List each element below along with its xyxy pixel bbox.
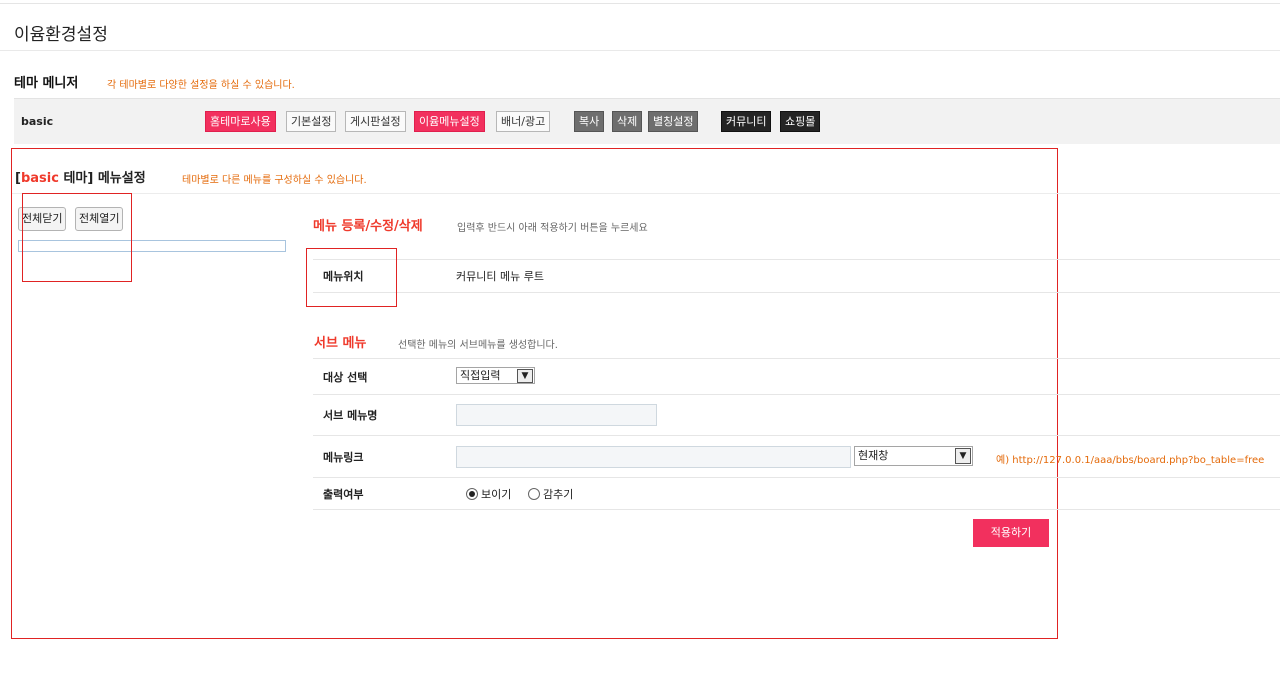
theme-row [14, 98, 1280, 144]
link-example-hint: 예) http://127.0.0.1/aaa/bbs/board.php?bo… [996, 455, 1265, 466]
board-settings-button[interactable]: 게시판설정 [345, 111, 406, 132]
submenu-description: 선택한 메뉴의 서브메뉴를 생성합니다. [398, 340, 558, 351]
menu-settings-button[interactable]: 이윰메뉴설정 [414, 111, 485, 132]
theme-manager-description: 각 테마별로 다양한 설정을 하실 수 있습니다. [107, 80, 295, 91]
chevron-down-icon: ▼ [517, 369, 533, 383]
theme-manager-heading: 테마 메니저 [14, 76, 79, 91]
community-button[interactable]: 커뮤니티 [721, 111, 772, 132]
menu-settings-description: 테마별로 다른 메뉴를 구성하실 수 있습니다. [182, 175, 367, 186]
hide-radio-label: 감추기 [543, 488, 574, 501]
target-select-value: 직접입력 [460, 369, 501, 382]
heading-theme-name: basic [20, 171, 59, 186]
submenu-name-label: 서브 메뉴명 [323, 409, 378, 422]
hide-radio[interactable] [528, 488, 540, 500]
target-select-label: 대상 선택 [323, 371, 368, 384]
delete-button[interactable]: 삭제 [612, 111, 643, 132]
show-radio-label: 보이기 [481, 488, 512, 501]
row-divider [313, 358, 1280, 359]
use-as-home-theme-button[interactable]: 홈테마로사용 [205, 111, 276, 132]
highlight-box-tree-buttons [22, 193, 132, 282]
top-divider [0, 3, 1280, 4]
highlight-box-position [306, 248, 397, 307]
row-divider [313, 435, 1280, 436]
link-target-value: 현재창 [858, 449, 889, 462]
row-divider [313, 394, 1280, 395]
menu-position-value: 커뮤니티 메뉴 루트 [456, 270, 544, 283]
row-divider [313, 509, 1280, 510]
copy-button[interactable]: 복사 [574, 111, 605, 132]
register-description: 입력후 반드시 아래 적용하기 버튼을 누르세요 [457, 223, 648, 234]
register-title: 메뉴 등록/수정/삭제 [313, 219, 423, 234]
banner-ad-button[interactable]: 배너/광고 [496, 111, 551, 132]
heading-rest: 테마] 메뉴설정 [58, 171, 146, 186]
menu-link-input[interactable] [456, 446, 851, 468]
menu-link-label: 메뉴링크 [323, 451, 364, 464]
submenu-name-input[interactable] [456, 404, 657, 426]
title-divider [0, 50, 1280, 51]
submenu-title: 서브 메뉴 [314, 336, 367, 351]
page-title: 이윰환경설정 [14, 25, 108, 45]
basic-settings-button[interactable]: 기본설정 [286, 111, 337, 132]
row-divider [313, 477, 1280, 478]
shopping-mall-button[interactable]: 쇼핑몰 [780, 111, 821, 132]
menu-settings-divider [12, 193, 1280, 194]
row-divider [313, 259, 1280, 260]
menu-settings-heading: [basic 테마] 메뉴설정 [15, 167, 146, 186]
theme-name: basic [21, 115, 54, 128]
row-divider [313, 292, 1280, 293]
show-radio[interactable] [466, 488, 478, 500]
display-option-label: 출력여부 [323, 488, 364, 501]
target-select[interactable]: 직접입력 ▼ [456, 367, 535, 384]
link-target-select[interactable]: 현재창 ▼ [854, 446, 973, 466]
alias-settings-button[interactable]: 별칭설정 [648, 111, 699, 132]
chevron-down-icon: ▼ [955, 448, 971, 464]
apply-button[interactable]: 적용하기 [973, 519, 1049, 547]
